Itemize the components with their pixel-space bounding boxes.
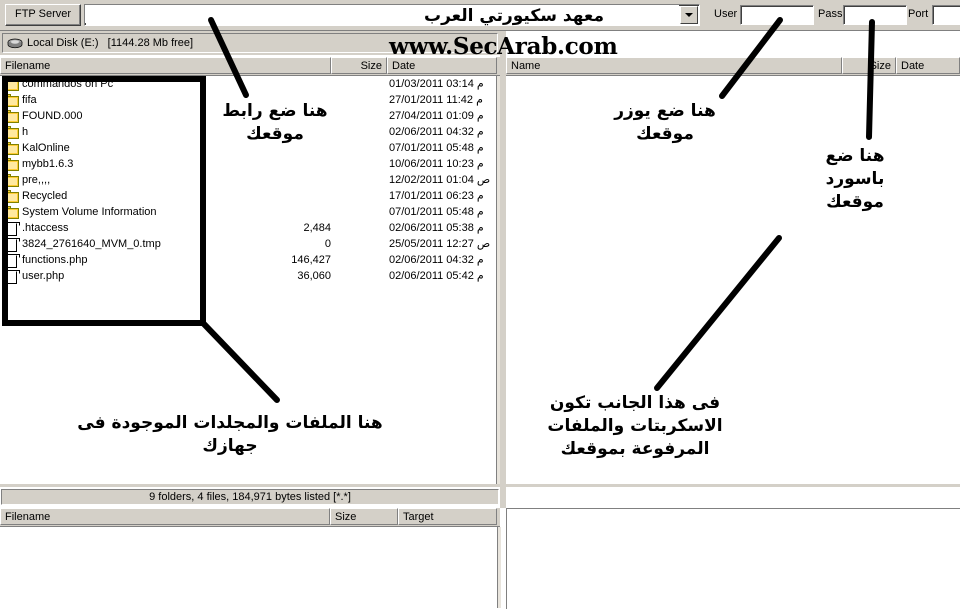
disk-drive-icon (7, 38, 23, 49)
queue-vertical-scrollbar[interactable] (497, 527, 501, 608)
local-file-row[interactable]: .htaccess 2,484 02/06/2011 05:38 م (0, 220, 496, 236)
local-file-date: 07/01/2011 05:48 م (389, 206, 484, 218)
local-file-date: 02/06/2011 05:42 م (389, 270, 484, 282)
queue-column-size[interactable]: Size (330, 508, 398, 525)
pass-label: Pass (818, 8, 843, 20)
local-file-row[interactable]: pre,,,, 12/02/2011 01:04 ص (0, 172, 496, 188)
local-file-row[interactable]: user.php 36,060 02/06/2011 05:42 م (0, 268, 496, 284)
file-icon (4, 270, 20, 284)
local-file-date: 12/02/2011 01:04 ص (389, 174, 491, 186)
local-file-date: 01/03/2011 03:14 م (389, 78, 484, 90)
local-file-date: 02/06/2011 04:32 م (389, 254, 484, 266)
local-file-name: user.php (22, 270, 65, 282)
local-file-row[interactable]: System Volume Information 07/01/2011 05:4… (0, 204, 496, 220)
folder-icon (4, 110, 20, 123)
queue-column-target[interactable]: Target (398, 508, 497, 525)
folder-icon (4, 190, 20, 203)
local-file-name: KalOnline (22, 142, 70, 154)
annotation-remote-files: فى هذا الجانب تكون الاسكربتات والملفات ا… (547, 393, 723, 459)
local-file-row[interactable]: mybb1.6.3 10/06/2011 10:23 م (0, 156, 496, 172)
remote-log-panel[interactable] (506, 508, 960, 609)
local-file-name: fifa (22, 94, 37, 106)
folder-icon (4, 158, 20, 171)
local-file-row[interactable]: commandos on Pc 01/03/2011 03:14 م (0, 76, 496, 92)
brand-arabic-title: معهد سكيورتي العرب (424, 6, 605, 26)
local-column-size[interactable]: Size (331, 57, 387, 74)
transfer-queue-panel: Filename Size Target (0, 508, 501, 608)
port-label: Port (908, 8, 929, 20)
file-icon (4, 222, 20, 236)
queue-list-header: Filename Size Target (0, 508, 500, 527)
local-file-size: 2,484 (303, 222, 331, 234)
file-icon (4, 238, 20, 252)
user-label: User (714, 8, 738, 20)
local-file-size: 0 (324, 238, 331, 250)
local-file-name: 3824_2761640_MVM_0.tmp (22, 238, 161, 250)
local-file-name: commandos on Pc (22, 78, 114, 90)
chevron-down-icon (685, 13, 693, 17)
annotation-local-files: هنا الملفات والمجلدات الموجودة فى جهازك (77, 413, 383, 456)
local-file-date: 27/04/2011 01:09 م (389, 110, 484, 122)
file-icon (4, 254, 20, 268)
local-file-date: 07/01/2011 05:48 م (389, 142, 484, 154)
local-file-name: Recycled (22, 190, 68, 202)
port-input[interactable] (933, 6, 960, 24)
user-field[interactable] (740, 5, 814, 25)
local-status-bar: 9 folders, 4 files, 184,971 bytes listed… (1, 489, 499, 505)
local-file-size: 146,427 (291, 254, 331, 266)
local-file-name: functions.php (22, 254, 88, 266)
user-input[interactable] (741, 6, 813, 24)
folder-icon (4, 126, 20, 139)
local-file-row[interactable]: 3824_2761640_MVM_0.tmp 0 25/05/2011 12:27 … (0, 236, 496, 252)
brand-website-url: www.SecArab.com (389, 33, 618, 60)
local-file-date: 10/06/2011 10:23 م (389, 158, 484, 170)
ftp-server-button[interactable]: FTP Server (5, 4, 81, 26)
local-file-date: 25/05/2011 12:27 ص (389, 238, 491, 250)
local-file-row[interactable]: functions.php 146,427 02/06/2011 04:32 م (0, 252, 496, 268)
queue-column-filename[interactable]: Filename (0, 508, 330, 525)
local-file-name: System Volume Information (22, 206, 157, 218)
remote-column-date[interactable]: Date (896, 57, 960, 74)
folder-icon (4, 206, 20, 219)
local-file-name: h (22, 126, 29, 138)
local-file-date: 27/01/2011 11:42 م (389, 94, 483, 106)
port-field[interactable] (932, 5, 960, 25)
remote-column-size[interactable]: Size (842, 57, 896, 74)
folder-icon (4, 142, 20, 155)
local-file-size: 36,060 (297, 270, 331, 282)
annotation-pass: هنا ضع باسورد موقعك (825, 146, 885, 212)
host-dropdown-button[interactable] (680, 6, 698, 24)
folder-icon (4, 174, 20, 187)
local-file-date: 02/06/2011 05:38 م (389, 222, 484, 234)
local-column-filename[interactable]: Filename (0, 57, 331, 74)
queue-list[interactable] (0, 527, 497, 608)
pass-input[interactable] (844, 6, 906, 24)
local-file-name: FOUND.000 (22, 110, 83, 122)
folder-icon (4, 78, 20, 91)
host-address-combobox[interactable] (84, 4, 700, 26)
local-file-date: 02/06/2011 04:32 م (389, 126, 484, 138)
local-file-name: .htaccess (22, 222, 69, 234)
local-file-date: 17/01/2011 06:23 م (389, 190, 484, 202)
local-file-name: mybb1.6.3 (22, 158, 74, 170)
pass-field[interactable] (843, 5, 907, 25)
annotation-user: هنا ضع يوزر موقعك (614, 101, 716, 144)
folder-icon (4, 94, 20, 107)
local-file-name: pre,,,, (22, 174, 51, 186)
local-file-row[interactable]: Recycled 17/01/2011 06:23 م (0, 188, 496, 204)
annotation-host: هنا ضع رابط موقعك (222, 101, 328, 144)
local-drive-text: Local Disk (E:) [1144.28 Mb free] (27, 37, 194, 49)
